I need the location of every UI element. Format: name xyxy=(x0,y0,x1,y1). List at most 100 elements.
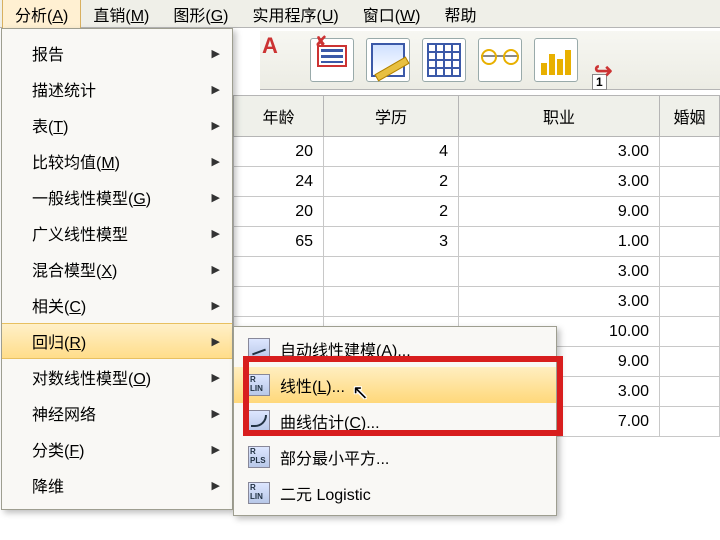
analyze-item-4[interactable]: 一般线性模型(G) ▶ xyxy=(2,179,232,215)
submenu-arrow-icon: ▶ xyxy=(212,191,220,204)
toolbar-icon-chart[interactable] xyxy=(366,38,410,82)
submenu-arrow-icon: ▶ xyxy=(212,443,220,456)
cell[interactable] xyxy=(660,407,720,437)
cell[interactable] xyxy=(234,287,324,317)
col-header-0[interactable]: 年龄 xyxy=(234,96,324,137)
menu-item-label: 回归(R) xyxy=(32,329,86,353)
toolbar-icon-bars[interactable] xyxy=(534,38,578,82)
analyze-item-11[interactable]: 分类(F) ▶ xyxy=(2,431,232,467)
table-row: 2423.00 xyxy=(234,167,720,197)
analyze-item-10[interactable]: 神经网络▶ xyxy=(2,395,232,431)
toolbar-icon-weights[interactable] xyxy=(478,38,522,82)
submenu-arrow-icon: ▶ xyxy=(212,227,220,240)
analyze-item-7[interactable]: 相关(C) ▶ xyxy=(2,287,232,323)
submenu-icon xyxy=(248,374,270,396)
menu-item-label: 一般线性模型(G) xyxy=(32,185,151,209)
cell[interactable]: 3.00 xyxy=(459,287,660,317)
submenu-item-label: 曲线估计(C)... xyxy=(280,409,380,433)
cell[interactable]: 3.00 xyxy=(459,167,660,197)
toolbar-icon-grid[interactable] xyxy=(422,38,466,82)
header-row: 年龄学历职业婚姻 xyxy=(234,96,720,137)
table-row: 3.00 xyxy=(234,287,720,317)
analyze-item-1[interactable]: 描述统计 ▶ xyxy=(2,71,232,107)
analyze-item-2[interactable]: 表(T) ▶ xyxy=(2,107,232,143)
menu-item-label: 分类(F) xyxy=(32,437,84,461)
menu-2[interactable]: 图形(G) xyxy=(161,0,240,29)
toolbar xyxy=(260,30,720,90)
menu-item-label: 表(T) xyxy=(32,113,68,137)
menu-5[interactable]: 帮助 xyxy=(432,0,488,29)
menu-item-label: 相关(C) xyxy=(32,293,86,317)
cell[interactable]: 20 xyxy=(234,137,324,167)
submenu-arrow-icon: ▶ xyxy=(212,83,220,96)
col-header-1[interactable]: 学历 xyxy=(324,96,459,137)
cell[interactable] xyxy=(660,257,720,287)
cell[interactable]: 3 xyxy=(324,227,459,257)
menu-3[interactable]: 实用程序(U) xyxy=(240,0,350,29)
cell[interactable]: 65 xyxy=(234,227,324,257)
submenu-item-label: 二元 Logistic xyxy=(280,481,371,505)
analyze-menu: 报告▶描述统计▶表(T)▶比较均值(M)▶一般线性模型(G)▶广义线性模型▶混合… xyxy=(1,28,233,510)
submenu-arrow-icon: ▶ xyxy=(212,155,220,168)
submenu-arrow-icon: ▶ xyxy=(212,479,220,492)
analyze-item-0[interactable]: 报告▶ xyxy=(2,35,232,71)
submenu-arrow-icon: ▶ xyxy=(212,371,220,384)
menu-item-label: 神经网络 xyxy=(32,401,96,425)
submenu-item-label: 线性(L)... xyxy=(280,373,345,397)
cell[interactable] xyxy=(660,167,720,197)
menu-4[interactable]: 窗口(W) xyxy=(351,0,433,29)
menu-item-label: 混合模型(X) xyxy=(32,257,117,281)
table-row: 2029.00 xyxy=(234,197,720,227)
cell[interactable]: 20 xyxy=(234,197,324,227)
cell[interactable] xyxy=(324,287,459,317)
cell[interactable] xyxy=(660,317,720,347)
regression-item-3[interactable]: 部分最小平方... xyxy=(234,439,556,475)
submenu-arrow-icon: ▶ xyxy=(212,299,220,312)
regression-item-4[interactable]: 二元 Logistic xyxy=(234,475,556,511)
menu-item-label: 比较均值(M) xyxy=(32,149,120,173)
submenu-item-label: 部分最小平方... xyxy=(280,445,389,469)
cell[interactable] xyxy=(234,257,324,287)
col-header-3[interactable]: 婚姻 xyxy=(660,96,720,137)
cell[interactable]: 3.00 xyxy=(459,257,660,287)
table-row: 2043.00 xyxy=(234,137,720,167)
regression-item-0[interactable]: 自动线性建模(A)... xyxy=(234,331,556,367)
menubar: 分析(A)直销(M)图形(G)实用程序(U)窗口(W)帮助 xyxy=(0,0,720,28)
col-header-2[interactable]: 职业 xyxy=(459,96,660,137)
submenu-arrow-icon: ▶ xyxy=(212,263,220,276)
table-row: 6531.00 xyxy=(234,227,720,257)
menu-item-label: 对数线性模型(O) xyxy=(32,365,151,389)
cell[interactable]: 1.00 xyxy=(459,227,660,257)
cell[interactable]: 3.00 xyxy=(459,137,660,167)
cell[interactable]: 2 xyxy=(324,167,459,197)
submenu-arrow-icon: ▶ xyxy=(212,335,220,348)
menu-item-label: 降维 xyxy=(32,473,64,497)
regression-item-1[interactable]: 线性(L)... xyxy=(234,367,556,403)
cell[interactable] xyxy=(660,377,720,407)
analyze-item-6[interactable]: 混合模型(X) ▶ xyxy=(2,251,232,287)
analyze-item-5[interactable]: 广义线性模型▶ xyxy=(2,215,232,251)
analyze-item-9[interactable]: 对数线性模型(O) ▶ xyxy=(2,359,232,395)
submenu-icon xyxy=(248,338,270,360)
menu-item-label: 描述统计 xyxy=(32,77,96,101)
submenu-icon xyxy=(248,446,270,468)
submenu-arrow-icon: ▶ xyxy=(212,119,220,132)
toolbar-icon-report[interactable] xyxy=(310,38,354,82)
cell[interactable] xyxy=(660,197,720,227)
cell[interactable] xyxy=(660,347,720,377)
analyze-item-12[interactable]: 降维 ▶ xyxy=(2,467,232,503)
analyze-item-3[interactable]: 比较均值(M) ▶ xyxy=(2,143,232,179)
cell[interactable] xyxy=(660,227,720,257)
menu-1[interactable]: 直销(M) xyxy=(81,0,161,29)
cell[interactable] xyxy=(660,287,720,317)
analyze-item-8[interactable]: 回归(R) ▶ xyxy=(2,323,232,359)
cell[interactable]: 9.00 xyxy=(459,197,660,227)
regression-item-2[interactable]: 曲线估计(C)... xyxy=(234,403,556,439)
cell[interactable]: 24 xyxy=(234,167,324,197)
menu-0[interactable]: 分析(A) xyxy=(2,0,81,30)
submenu-icon xyxy=(248,410,270,432)
cell[interactable]: 2 xyxy=(324,197,459,227)
cell[interactable] xyxy=(660,137,720,167)
cell[interactable]: 4 xyxy=(324,137,459,167)
cell[interactable] xyxy=(324,257,459,287)
